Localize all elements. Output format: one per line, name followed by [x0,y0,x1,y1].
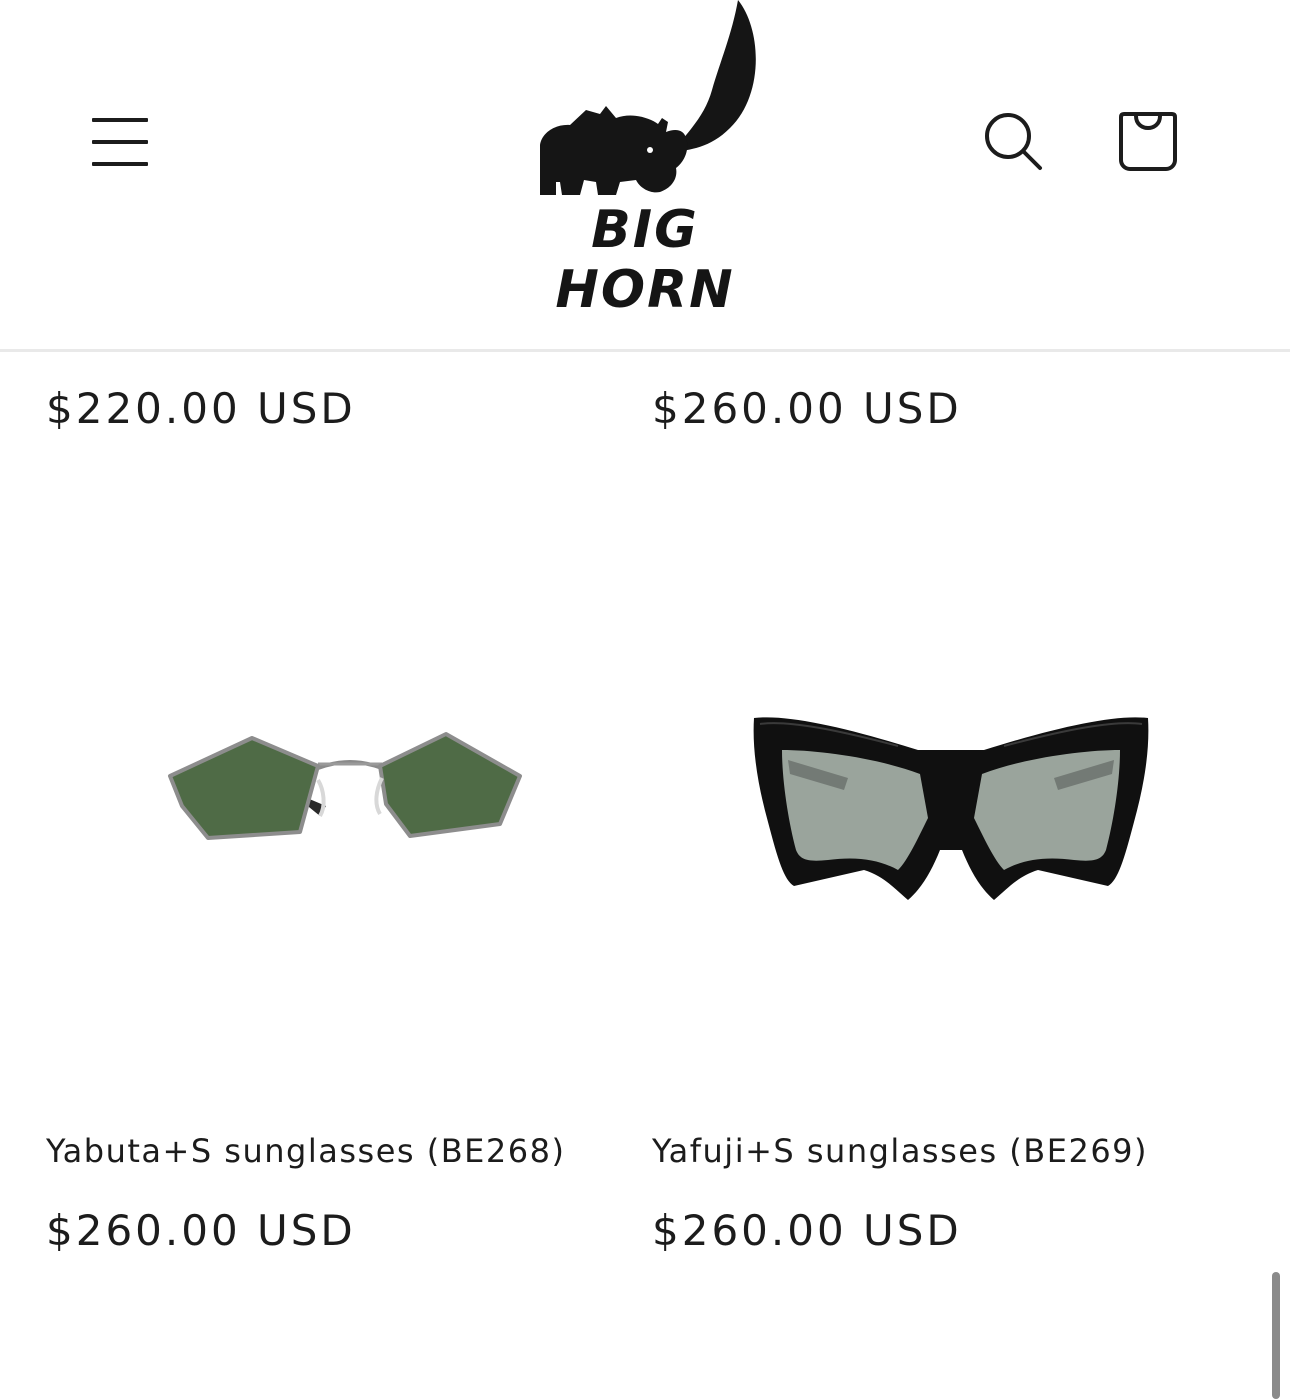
product-price: $260.00 USD [652,1206,962,1255]
product-price: $260.00 USD [46,1206,356,1255]
cart-button[interactable] [1110,102,1186,178]
product-image-yabuta[interactable] [160,720,530,850]
scrollbar[interactable] [1272,1272,1280,1399]
product-price: $220.00 USD [46,384,356,433]
menu-button[interactable] [84,106,156,178]
header-divider [0,349,1290,352]
sunglasses-image [753,717,1149,900]
site-header: BIG HORN [0,0,1290,350]
hamburger-line [92,140,148,144]
brand-name: BIG HORN [555,200,735,320]
sunglasses-image [168,732,522,840]
hamburger-menu-icon [92,118,148,122]
product-title[interactable]: Yafuji+S sunglasses (BE269) [652,1132,1148,1170]
page: BIG HORN $220.00 USD $260.00 USD Yabuta+… [0,0,1290,1399]
product-title[interactable]: Yabuta+S sunglasses (BE268) [46,1132,565,1170]
rhino-logo-icon [540,0,756,195]
search-button[interactable] [978,106,1050,178]
product-image-yafuji[interactable] [748,710,1154,906]
cart-bag-icon [1119,112,1177,171]
product-price: $260.00 USD [652,384,962,433]
hamburger-line [92,162,148,166]
brand-logo[interactable]: BIG HORN [500,0,790,320]
search-icon [985,113,1042,170]
